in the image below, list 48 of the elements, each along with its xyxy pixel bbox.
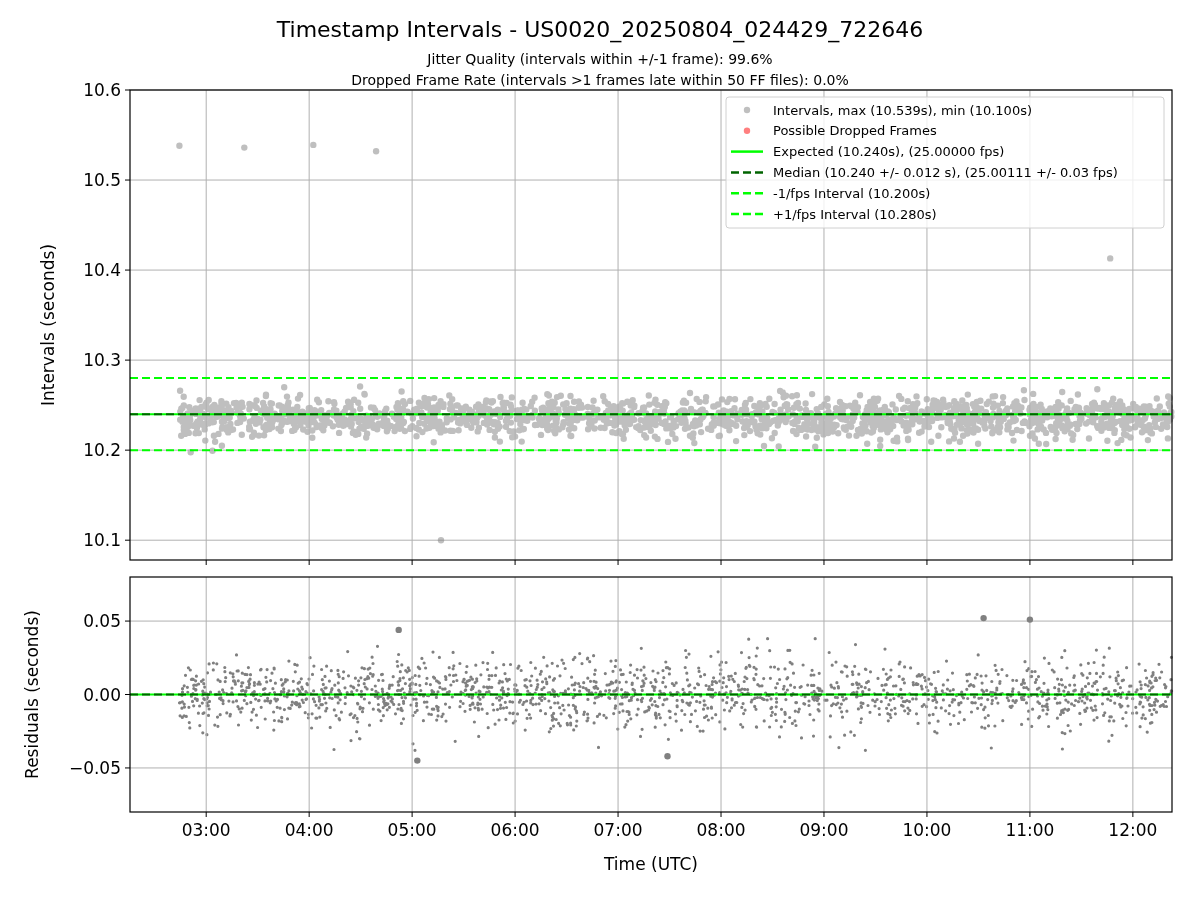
figure-title: Timestamp Intervals - US0020_20250804_024429_722646 (276, 17, 924, 42)
y-tick-label: 10.3 (83, 350, 121, 371)
x-tick-label: 03:00 (181, 820, 231, 840)
y-tick-label: 10.4 (83, 260, 121, 281)
data-point (372, 148, 380, 155)
data-point (310, 141, 317, 149)
x-axis-label: Time (UTC) (604, 854, 698, 874)
legend-line-icon (731, 171, 763, 174)
y-tick-label: 10.6 (83, 80, 121, 100)
data-point (664, 753, 671, 760)
y-axis-label: Residuals (seconds) (22, 610, 42, 779)
x-tick-label: 05:00 (387, 820, 437, 840)
data-point (980, 614, 987, 622)
x-tick-label: 11:00 (1005, 820, 1055, 840)
x-tick-label: 10:00 (902, 820, 952, 840)
data-point (414, 757, 421, 764)
legend-label: Median (10.240 +/- 0.012 s), (25.00111 +/- 0.03 fps) (773, 164, 1118, 180)
legend-line-icon (731, 212, 763, 216)
legend-line-icon (731, 150, 763, 153)
legend-label: Intervals, max (10.539s), min (10.100s) (773, 102, 1032, 118)
y-tick-label: 0.00 (83, 684, 121, 705)
y-tick-label: −0.05 (68, 757, 121, 778)
y-axis-label: Intervals (seconds) (38, 243, 58, 407)
legend-label: Expected (10.240s), (25.00000 fps) (773, 144, 1005, 160)
legend-label: Possible Dropped Frames (773, 123, 937, 139)
y-tick-label: 10.2 (83, 440, 121, 461)
legend-marker-icon (743, 106, 751, 114)
x-tick-label: 09:00 (799, 820, 849, 840)
data-point (395, 626, 402, 634)
data-point (437, 537, 445, 544)
x-tick-label: 07:00 (593, 820, 643, 840)
figure-subtitle: Dropped Frame Rate (intervals >1 frames late within 50 FF files): 0.0% (351, 72, 849, 88)
x-tick-label: 04:00 (284, 820, 334, 840)
data-point (1026, 616, 1034, 623)
y-tick-label: 0.05 (83, 611, 121, 632)
legend-label: -1/fps Interval (10.200s) (773, 185, 931, 201)
data-point (241, 144, 248, 151)
legend-line-icon (731, 191, 763, 195)
x-tick-label: 12:00 (1108, 820, 1158, 840)
data-point (176, 142, 183, 149)
x-tick-label: 06:00 (490, 820, 540, 840)
y-tick-label: 10.5 (83, 170, 121, 191)
legend-label: +1/fps Interval (10.280s) (773, 206, 937, 222)
y-tick-label: 10.1 (83, 530, 121, 551)
data-point (1107, 255, 1114, 262)
figure-subtitle: Jitter Quality (intervals within +/-1 frame): 99.6% (427, 51, 773, 67)
legend-marker-icon (743, 127, 751, 134)
x-tick-label: 08:00 (696, 820, 746, 840)
